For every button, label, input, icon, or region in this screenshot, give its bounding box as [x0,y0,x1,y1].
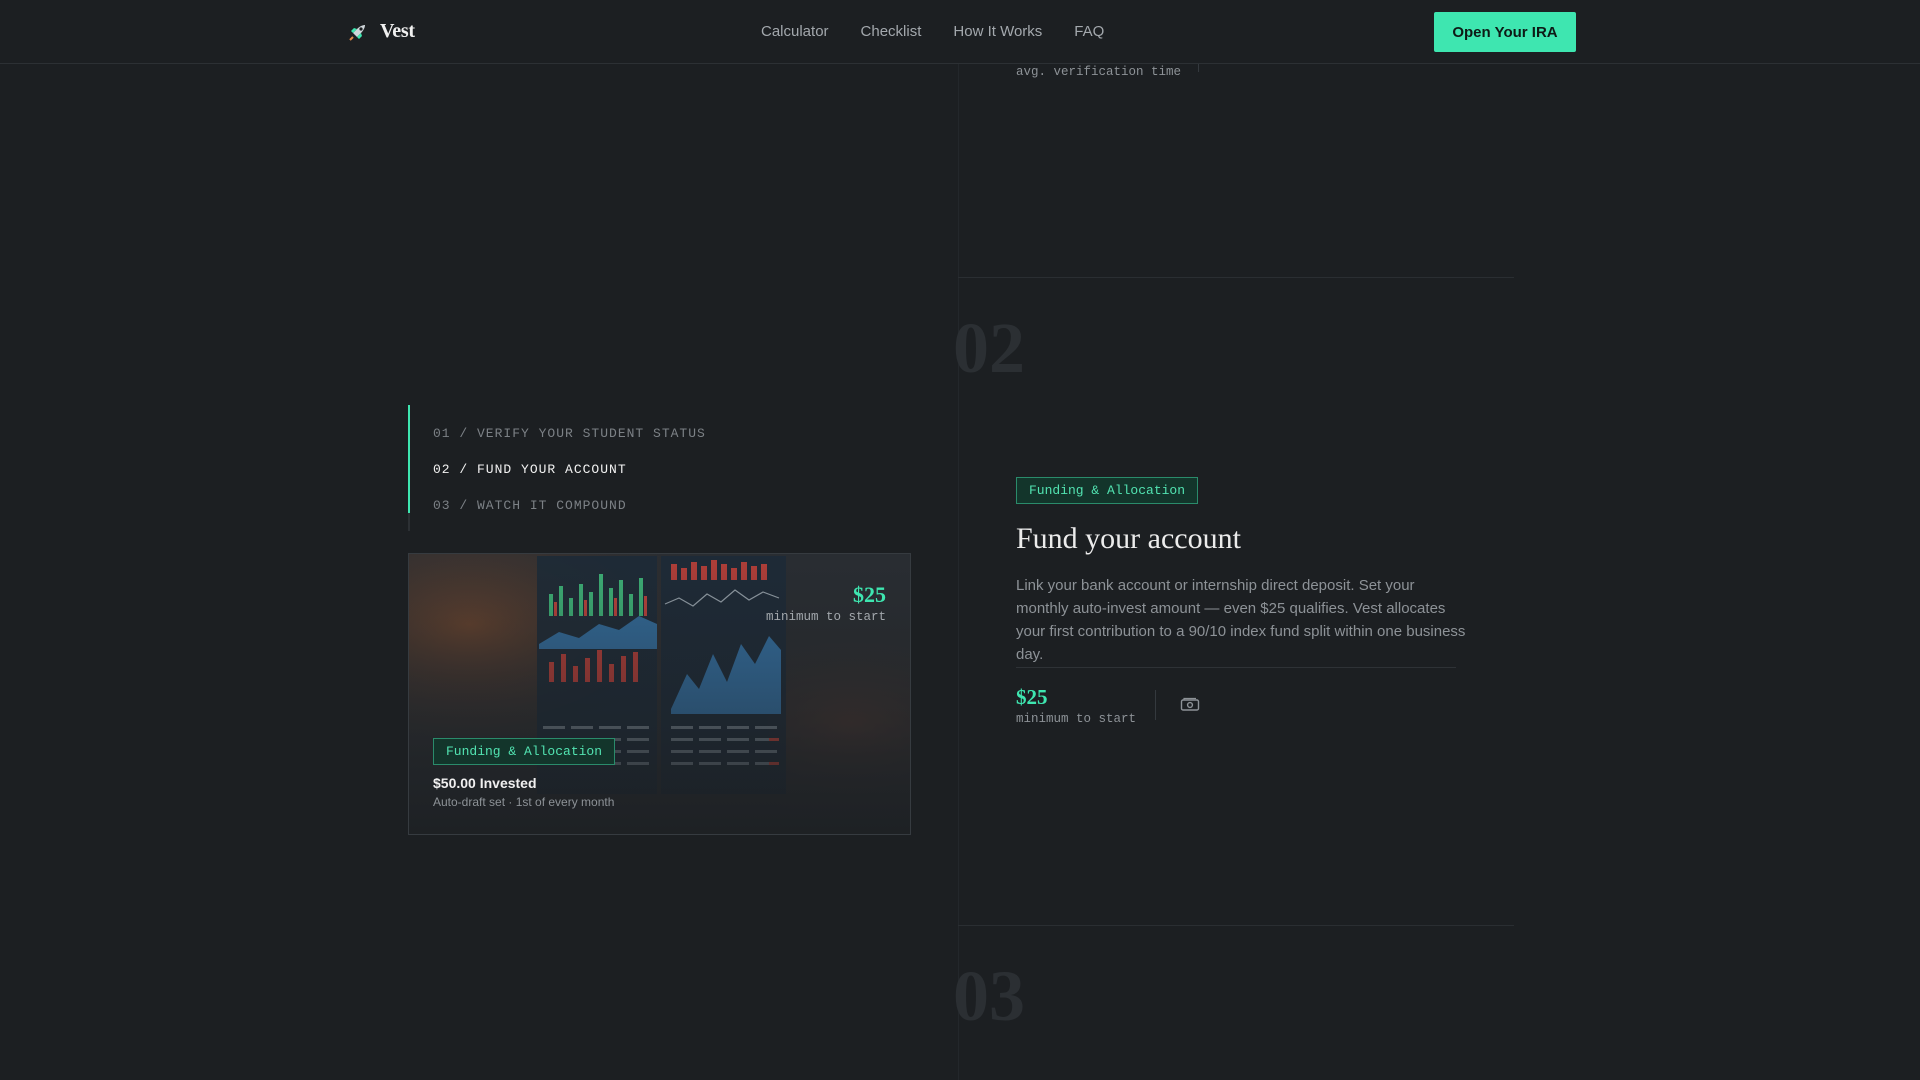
cash-icon [1180,697,1200,711]
funding-card: $25 minimum to start Funding & Allocatio… [408,553,911,835]
column-divider [958,64,959,1080]
section-divider [958,277,1514,278]
open-ira-button[interactable]: Open Your IRA [1434,12,1576,52]
step-number-03: 03 [953,956,1025,1036]
stat-divider [1155,690,1156,720]
step-title: Fund your account [1016,522,1241,555]
card-stat-label: minimum to start [765,610,886,624]
progress-bar [408,405,410,514]
card-invested-amount: $50.00 Invested [433,775,537,791]
section-divider [958,925,1514,926]
progress-step-2[interactable]: 02 / FUND YOUR ACCOUNT [433,462,627,477]
nav-link-faq[interactable]: FAQ [1074,23,1104,40]
nav-link-checklist[interactable]: Checklist [861,23,922,40]
step-tag: Funding & Allocation [1016,477,1199,504]
card-schedule: Auto-draft set · 1st of every month [433,795,615,809]
rocket-icon [349,24,365,41]
step-progress: 01 / VERIFY YOUR STUDENT STATUS 02 / FUN… [408,405,738,531]
nav-links: Calculator Checklist How It Works FAQ [761,23,1104,40]
progress-step-1[interactable]: 01 / VERIFY YOUR STUDENT STATUS [433,426,706,441]
previous-step-stat-label: avg. verification time [1016,65,1182,79]
step-stat-label: minimum to start [1016,712,1137,726]
brand-name: Vest [380,20,415,42]
progress-step-3[interactable]: 03 / WATCH IT COMPOUND [433,498,627,513]
card-overlay [409,554,910,834]
step-stat-value: $25 [1016,685,1048,709]
nav-link-how-it-works[interactable]: How It Works [953,23,1042,40]
brand-logo[interactable]: Vest [348,20,415,43]
step-description: Link your bank account or internship dir… [1016,577,1466,663]
step-number-02: 02 [953,308,1025,388]
nav-link-calculator[interactable]: Calculator [761,23,829,40]
card-tag: Funding & Allocation [433,738,616,765]
card-stat-value: $25 [853,582,886,607]
top-navigation: Vest Calculator Checklist How It Works F… [0,0,1920,64]
step-divider [1016,667,1456,668]
